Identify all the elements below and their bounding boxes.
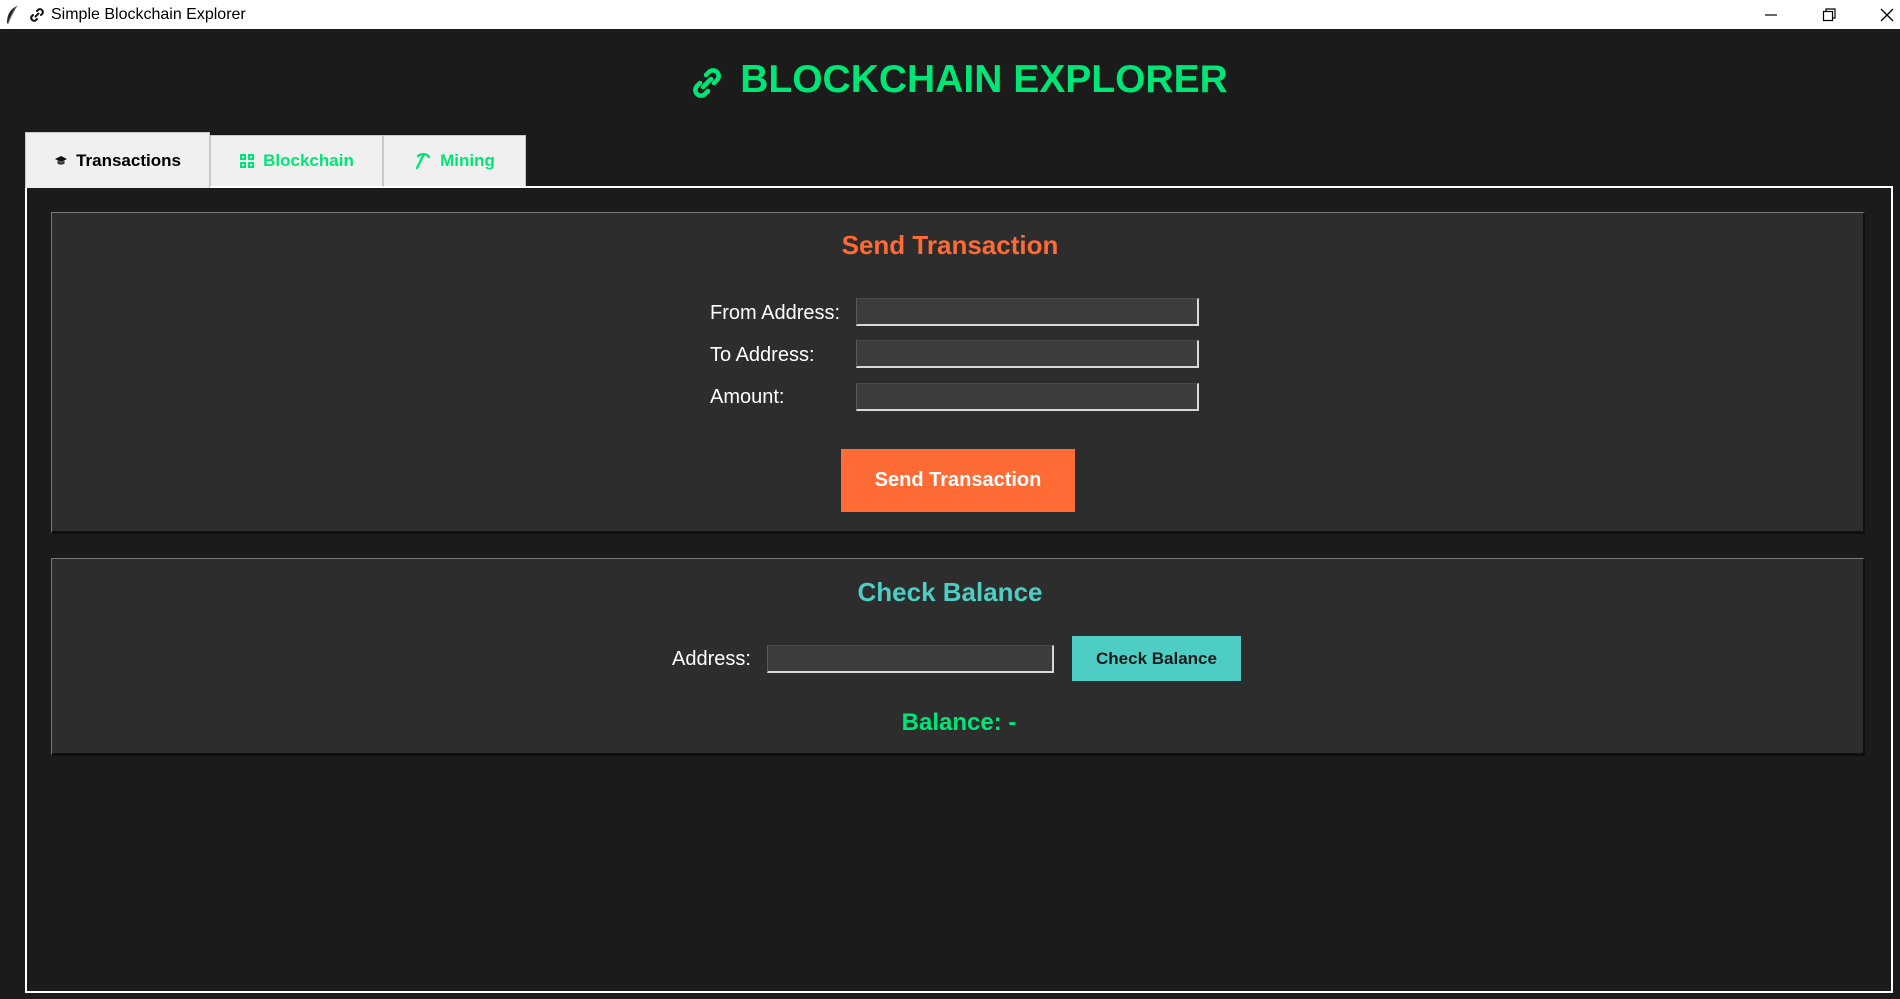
restore-icon	[1822, 8, 1836, 22]
tab-blockchain[interactable]: Blockchain	[210, 135, 383, 186]
window-titlebar: Simple Blockchain Explorer	[0, 0, 1900, 29]
send-transaction-title: Send Transaction	[841, 230, 1059, 260]
tab-label: Blockchain	[263, 151, 354, 170]
restore-button[interactable]	[1800, 0, 1858, 29]
link-icon	[30, 8, 44, 22]
feather-icon	[7, 5, 18, 25]
app-title-text: BLOCKCHAIN EXPLORER	[740, 58, 1228, 101]
send-transaction-button[interactable]: Send Transaction	[841, 449, 1075, 512]
close-button[interactable]	[1858, 0, 1900, 29]
pickaxe-icon	[414, 152, 432, 170]
graduation-cap-icon	[54, 155, 68, 167]
minimize-icon	[1765, 14, 1777, 16]
from-address-label: From Address:	[710, 302, 841, 324]
tab-label: Mining	[440, 151, 495, 170]
amount-label: Amount:	[710, 386, 785, 408]
tab-transactions[interactable]: Transactions	[25, 132, 210, 188]
address-label: Address:	[672, 648, 751, 670]
minimize-button[interactable]	[1742, 0, 1800, 29]
from-address-input[interactable]	[856, 298, 1199, 326]
app-header: BLOCKCHAIN EXPLORER	[0, 57, 1900, 105]
to-address-input[interactable]	[856, 340, 1199, 368]
balance-address-input[interactable]	[767, 645, 1054, 673]
blocks-icon	[239, 153, 255, 169]
tab-label: Transactions	[76, 150, 181, 170]
close-icon	[1880, 8, 1894, 22]
app-title: BLOCKCHAIN EXPLORER	[690, 57, 1228, 103]
window-title: Simple Blockchain Explorer	[51, 6, 246, 23]
balance-result: Balance: -	[901, 709, 1017, 736]
tab-mining[interactable]: Mining	[383, 135, 526, 186]
amount-input[interactable]	[856, 383, 1199, 411]
to-address-label: To Address:	[710, 344, 815, 366]
check-balance-title: Check Balance	[857, 577, 1043, 607]
check-balance-button[interactable]: Check Balance	[1072, 636, 1241, 681]
link-icon	[693, 68, 722, 98]
